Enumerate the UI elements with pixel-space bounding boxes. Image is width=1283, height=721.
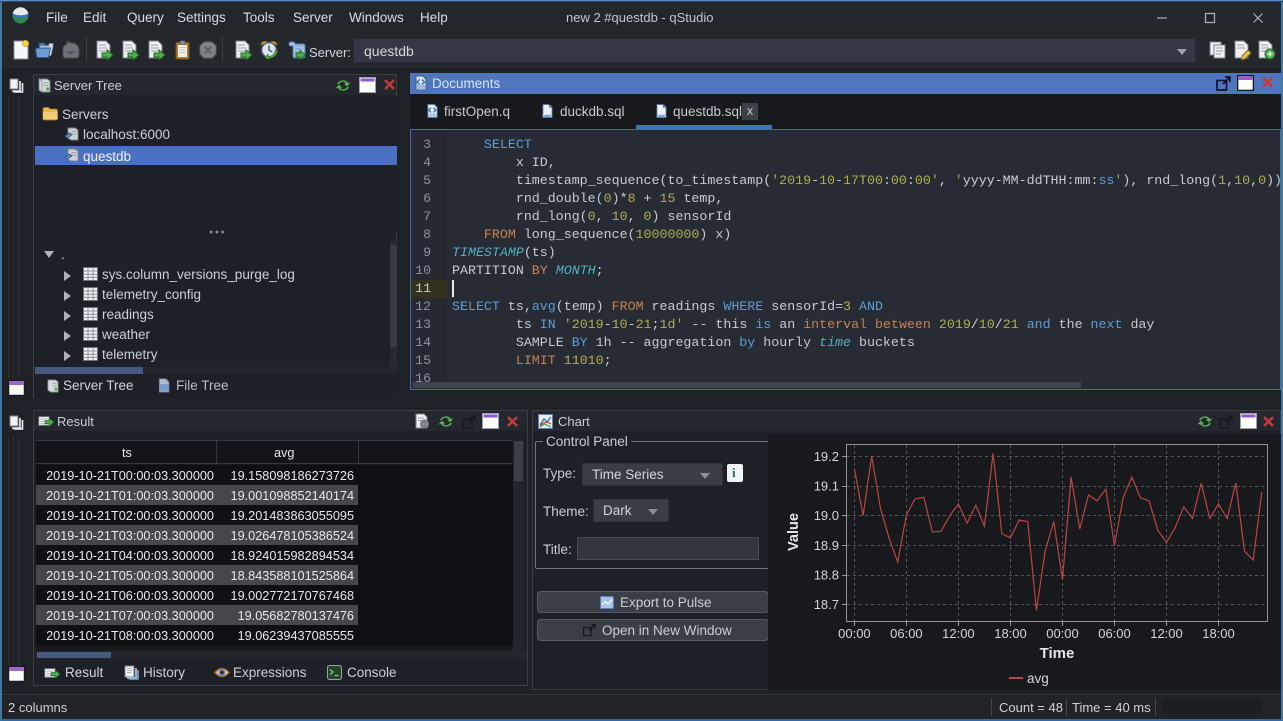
- svg-text:06:00: 06:00: [1098, 626, 1131, 641]
- svg-text:18.9: 18.9: [814, 538, 839, 553]
- svg-text:18.8: 18.8: [814, 568, 839, 583]
- svg-text:18:00: 18:00: [1202, 626, 1235, 641]
- svg-text:Value: Value: [786, 513, 802, 551]
- svg-text:Time: Time: [1040, 645, 1075, 662]
- svg-text:19.2: 19.2: [814, 449, 839, 464]
- svg-text:12:00: 12:00: [1150, 626, 1183, 641]
- svg-text:19.0: 19.0: [814, 508, 839, 523]
- svg-text:00:00: 00:00: [838, 626, 871, 641]
- svg-text:18:00: 18:00: [994, 626, 1027, 641]
- svg-text:00:00: 00:00: [1046, 626, 1079, 641]
- svg-text:18.7: 18.7: [814, 597, 839, 612]
- svg-text:19.1: 19.1: [814, 479, 839, 494]
- svg-text:avg: avg: [1027, 671, 1049, 686]
- svg-text:06:00: 06:00: [890, 626, 923, 641]
- svg-text:12:00: 12:00: [942, 626, 975, 641]
